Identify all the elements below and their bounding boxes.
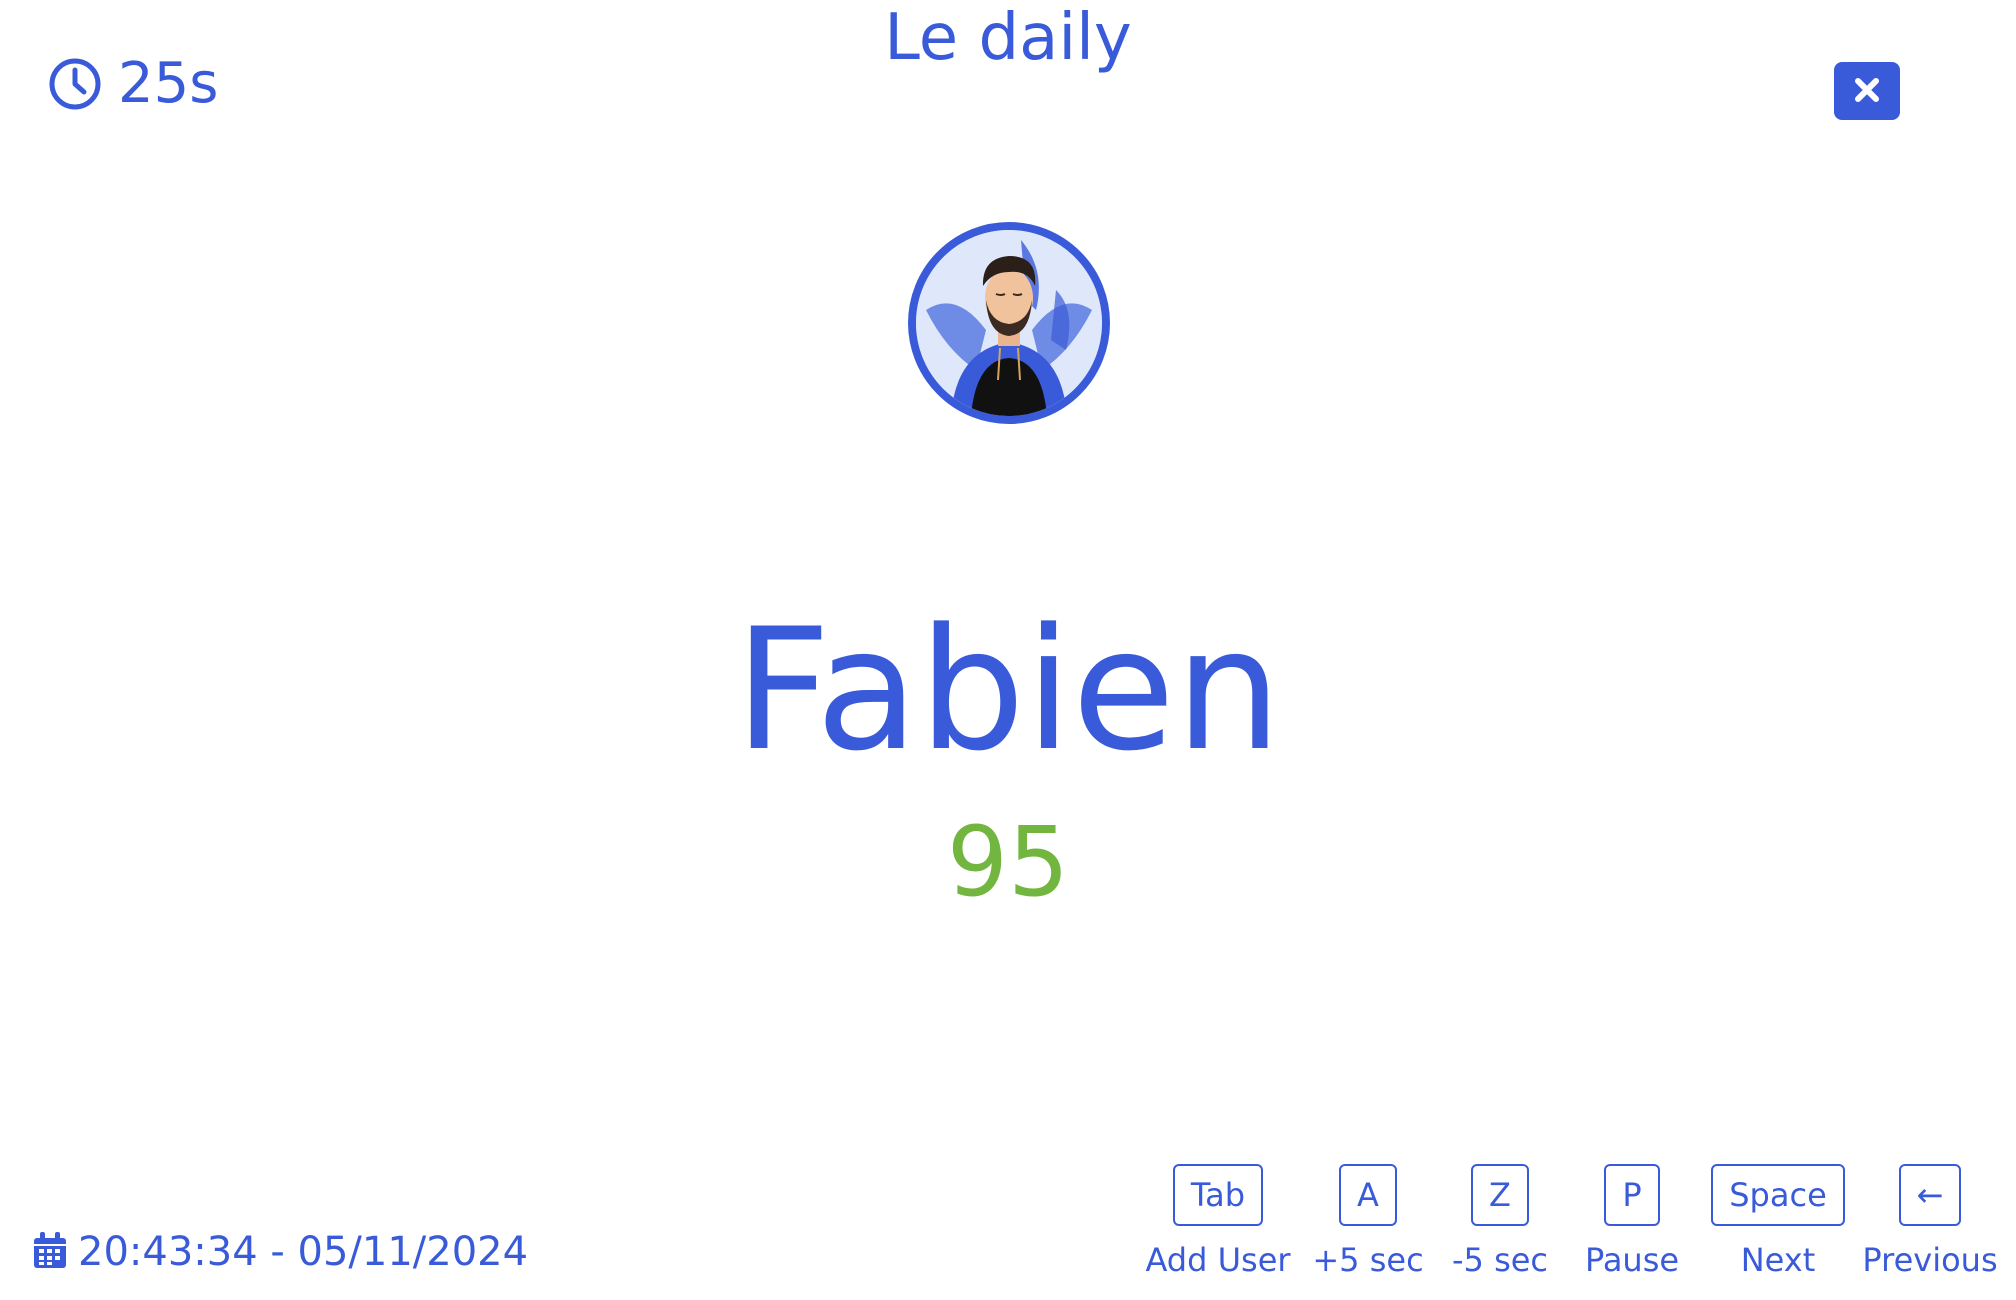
key-tab[interactable]: Tab xyxy=(1172,1164,1264,1226)
close-icon xyxy=(1854,77,1880,106)
close-button[interactable] xyxy=(1834,62,1900,120)
shortcut-minus-5-sec[interactable]: Z -5 sec xyxy=(1452,1164,1548,1280)
speaker-score: 95 xyxy=(946,806,1070,918)
shortcut-label: Next xyxy=(1740,1241,1816,1279)
calendar-icon xyxy=(32,1230,68,1274)
shortcut-plus-5-sec[interactable]: A +5 sec xyxy=(1312,1164,1424,1280)
key-z[interactable]: Z xyxy=(1471,1164,1529,1226)
speaker-name: Fabien xyxy=(734,592,1282,788)
page-title: Le daily xyxy=(884,1,1132,75)
datetime-text: 20:43:34 - 05/11/2024 xyxy=(78,1229,529,1275)
key-space[interactable]: Space xyxy=(1711,1164,1845,1226)
key-p[interactable]: P xyxy=(1604,1164,1660,1226)
daily-app: Le daily 25s Fabien 95 20:43:34 - 05/11/… xyxy=(0,0,2016,1300)
shortcut-previous[interactable]: ← Previous xyxy=(1862,1164,1998,1280)
clock-icon xyxy=(48,57,102,111)
key-backspace[interactable]: ← xyxy=(1898,1164,1962,1226)
timer: 25s xyxy=(48,52,218,116)
shortcut-label: Pause xyxy=(1584,1241,1680,1279)
timer-value: 25s xyxy=(118,51,219,116)
key-a[interactable]: A xyxy=(1339,1164,1397,1226)
datetime: 20:43:34 - 05/11/2024 xyxy=(32,1228,528,1276)
avatar xyxy=(908,222,1110,424)
shortcut-label: +5 sec xyxy=(1312,1241,1424,1279)
shortcut-add-user[interactable]: Tab Add User xyxy=(1145,1164,1291,1280)
shortcut-pause[interactable]: P Pause xyxy=(1584,1164,1680,1280)
shortcut-label: Previous xyxy=(1862,1241,1998,1279)
shortcut-next[interactable]: Space Next xyxy=(1708,1164,1848,1280)
shortcut-label: -5 sec xyxy=(1451,1241,1549,1279)
shortcut-label: Add User xyxy=(1145,1241,1291,1279)
